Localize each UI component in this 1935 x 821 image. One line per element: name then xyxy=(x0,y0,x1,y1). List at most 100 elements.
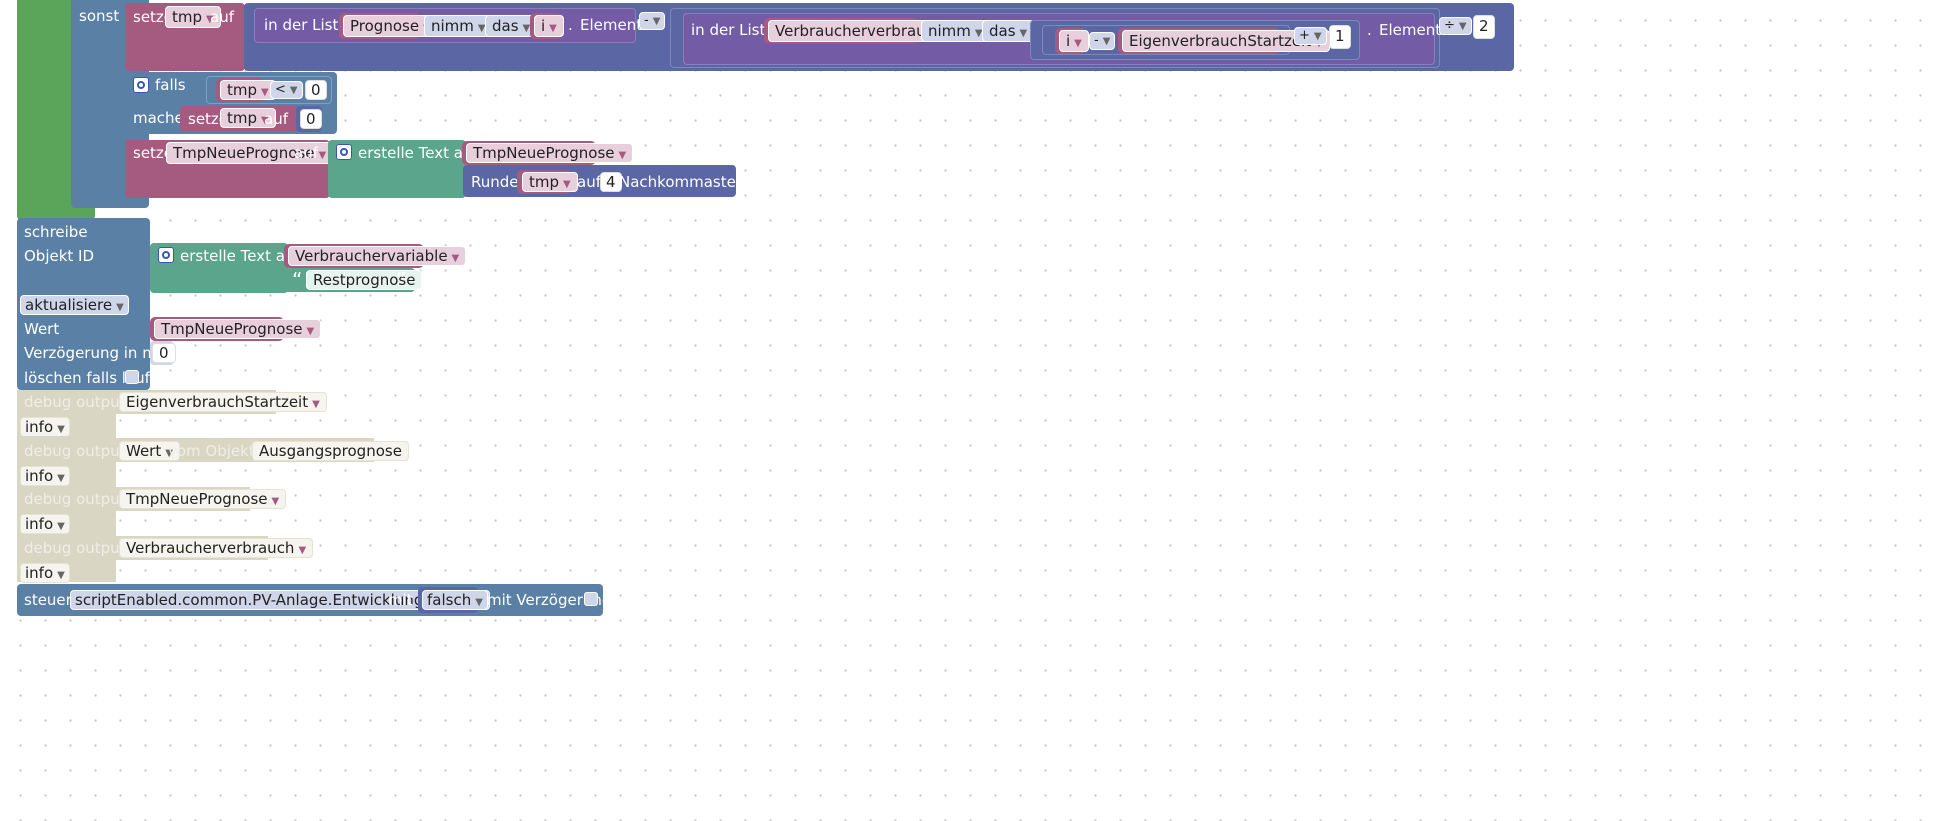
var-dropdown-eigenverbrauchstartzeit[interactable]: EigenverbrauchStartzeit▼ xyxy=(119,392,327,412)
verzoegerung-label: Verzögerung in ms xyxy=(24,344,165,362)
var-dropdown-i[interactable]: i ▼ xyxy=(1059,30,1089,52)
var-dropdown-tmp[interactable]: tmp ▼ xyxy=(522,172,578,192)
var-name: EigenverbrauchStartzeit xyxy=(126,393,309,411)
number-value: 0 xyxy=(306,110,316,128)
object-id-field[interactable]: Ausgangsprognose xyxy=(252,441,409,461)
dropdown-value: < xyxy=(275,82,286,97)
log-level-dropdown[interactable]: info ▼ xyxy=(20,417,70,437)
mache-label: mache xyxy=(133,109,184,127)
dropdown-value: info xyxy=(25,515,54,533)
var-dropdown-tmpneueprognose[interactable]: TmpNeuePrognose ▼ xyxy=(466,143,634,163)
chevron-down-icon: ▼ xyxy=(261,87,269,98)
debug-output-label: debug output xyxy=(24,539,126,557)
list-mode-dropdown[interactable]: nimm ▼ xyxy=(424,15,493,37)
chevron-down-icon: ▼ xyxy=(549,23,557,34)
chevron-down-icon: ▼ xyxy=(1074,38,1082,49)
number-value: 0 xyxy=(311,81,321,99)
dropdown-value: nimm xyxy=(431,17,474,35)
dropdown-value: info xyxy=(25,467,54,485)
chevron-down-icon: ▼ xyxy=(306,326,315,337)
clear-running-checkbox[interactable] xyxy=(125,370,139,384)
boolean-dropdown[interactable]: falsch ▼ xyxy=(422,590,488,610)
delay-input[interactable]: 0 xyxy=(152,343,176,363)
in-der-liste-label: in der Liste xyxy=(691,21,775,39)
var-name: TmpNeuePrognose xyxy=(473,144,615,162)
schreibe-label: schreibe xyxy=(24,223,88,241)
dropdown-value: nimm xyxy=(928,22,971,40)
debug-output-label: debug output xyxy=(24,490,126,508)
var-name: tmp xyxy=(529,173,560,191)
number-value: 4 xyxy=(606,173,616,191)
var-dropdown-i[interactable]: i ▼ xyxy=(534,15,564,37)
var-name: EigenverbrauchStartzeit xyxy=(1129,32,1312,50)
chevron-down-icon: ▼ xyxy=(318,150,327,161)
math-operator-dropdown-minus[interactable]: - ▼ xyxy=(639,12,666,30)
var-name: Prognose xyxy=(350,17,420,35)
close-quote-icon: ” xyxy=(396,268,407,292)
var-dropdown-verbraucherverbrauch[interactable]: Verbraucherverbrauch▼ xyxy=(119,538,314,558)
chevron-down-icon: ▼ xyxy=(451,253,460,264)
chevron-down-icon: ▼ xyxy=(57,473,65,484)
chevron-down-icon: ▼ xyxy=(475,597,483,608)
number-value: 0 xyxy=(159,344,169,362)
falls-label: falls xyxy=(155,76,186,94)
number-input-zero[interactable]: 0 xyxy=(300,109,322,129)
var-dropdown-tmp[interactable]: tmp ▼ xyxy=(220,80,276,100)
dropdown-value: - xyxy=(644,13,649,28)
write-mode-dropdown[interactable]: aktualisiere ▼ xyxy=(20,295,129,315)
var-name: i xyxy=(1066,32,1071,50)
dropdown-value: + xyxy=(1299,28,1310,43)
list-where-dropdown[interactable]: das ▼ xyxy=(982,20,1035,42)
dot-label: . xyxy=(1367,21,1372,39)
number-value: 2 xyxy=(1479,17,1489,35)
object-id-value: Ausgangsprognose xyxy=(259,442,402,460)
chevron-down-icon: ▼ xyxy=(1019,28,1028,39)
nachkommastellen-label: Nachkommastellen xyxy=(619,173,763,191)
var-name: Verbraucherverbrauch xyxy=(775,22,944,40)
gear-icon[interactable] xyxy=(133,77,149,93)
var-name: TmpNeuePrognose xyxy=(161,320,303,338)
gear-icon[interactable] xyxy=(336,144,352,160)
dropdown-value: ÷ xyxy=(1444,18,1455,33)
element-label: Element xyxy=(1379,21,1442,39)
auf-label: auf xyxy=(294,144,318,162)
var-dropdown-tmpneueprognose[interactable]: TmpNeuePrognose ▼ xyxy=(119,489,287,509)
in-der-liste-label: in der Liste xyxy=(264,16,348,34)
math-operator-dropdown-minus[interactable]: - ▼ xyxy=(1089,32,1116,50)
number-input-one[interactable]: 1 xyxy=(1329,25,1351,49)
auf-label: auf xyxy=(577,173,601,191)
var-name: Verbrauchervariable xyxy=(295,247,448,265)
var-dropdown-verbrauchervariable[interactable]: Verbrauchervariable ▼ xyxy=(288,246,467,266)
number-input-zero[interactable]: 0 xyxy=(305,80,327,100)
dropdown-value: Wert xyxy=(126,442,162,460)
chevron-down-icon: ▼ xyxy=(57,570,65,581)
list-mode-dropdown[interactable]: nimm ▼ xyxy=(921,20,990,42)
var-name: Verbraucherverbrauch xyxy=(126,539,295,557)
delay-checkbox[interactable] xyxy=(584,592,598,606)
open-quote-icon: “ xyxy=(292,268,303,292)
math-operator-dropdown-plus[interactable]: + ▼ xyxy=(1294,27,1327,45)
auf-label: auf xyxy=(264,110,288,128)
math-operator-dropdown-divide[interactable]: ÷ ▼ xyxy=(1439,17,1472,35)
dropdown-value: - xyxy=(1094,33,1099,48)
log-level-dropdown[interactable]: info ▼ xyxy=(20,563,70,583)
log-level-dropdown[interactable]: info ▼ xyxy=(20,466,70,486)
number-input-two[interactable]: 2 xyxy=(1473,15,1495,39)
chevron-down-icon: ▼ xyxy=(1458,21,1467,32)
chevron-down-icon: ▼ xyxy=(312,399,320,410)
var-dropdown-tmpneueprognose[interactable]: TmpNeuePrognose ▼ xyxy=(154,319,322,339)
number-value: 1 xyxy=(1335,27,1345,45)
var-name: tmp xyxy=(227,81,258,99)
log-level-dropdown[interactable]: info ▼ xyxy=(20,514,70,534)
var-name: tmp xyxy=(172,8,203,26)
compare-operator-dropdown[interactable]: < ▼ xyxy=(270,81,303,99)
dropdown-value: info xyxy=(25,418,54,436)
wert-label: Wert xyxy=(24,320,60,338)
element-label: Element xyxy=(580,16,643,34)
chevron-down-icon: ▼ xyxy=(1313,31,1322,42)
var-name: i xyxy=(541,17,546,35)
chevron-down-icon: ▼ xyxy=(1102,36,1111,47)
runde-label: Runde xyxy=(471,173,519,191)
chevron-down-icon: ▼ xyxy=(271,496,280,507)
gear-icon[interactable] xyxy=(158,247,174,263)
